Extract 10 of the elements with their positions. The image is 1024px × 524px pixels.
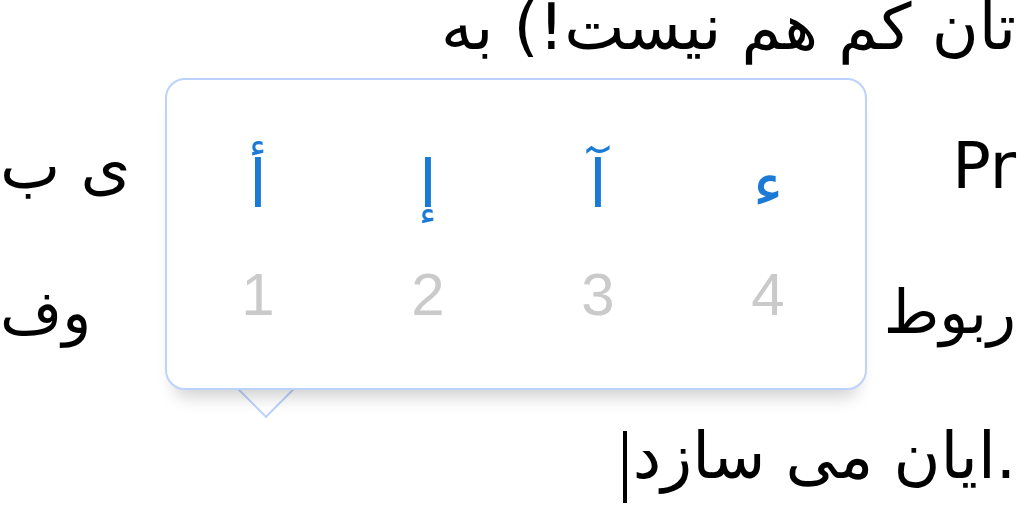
accent-option[interactable]: آ — [588, 142, 608, 228]
text-fragment: ی ب — [0, 127, 131, 205]
text-fragment: وف — [0, 275, 92, 350]
accent-option[interactable]: ء — [752, 142, 784, 228]
text-fragment: تان کم هم نیست!) به — [441, 0, 1016, 67]
text-fragment: Pr — [952, 127, 1016, 205]
text-fragment: ربوط — [883, 275, 1016, 350]
accent-option[interactable]: إ — [418, 142, 438, 228]
text-fragment: ایان می سازد. — [632, 417, 1016, 496]
accent-option[interactable]: أ — [248, 142, 268, 228]
